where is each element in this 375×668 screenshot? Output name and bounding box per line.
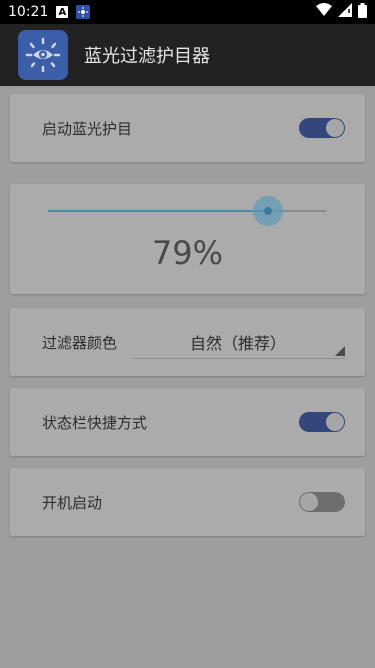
filter-color-card: 过滤器颜色 自然（推荐） [10,308,365,376]
boot-start-row[interactable]: 开机启动 [10,468,365,536]
enable-label: 启动蓝光护目 [42,119,133,138]
toggle-knob [326,413,344,431]
settings-content: 启动蓝光护目 79% 过滤器颜色 自然（推荐） 状态栏快捷方式 开机启动 [0,86,375,668]
boot-start-card: 开机启动 [10,468,365,536]
status-bar: 10:21 A [0,0,375,24]
app-title: 蓝光过滤护目器 [84,46,210,67]
intensity-slider-track[interactable] [48,196,326,226]
statusbar-shortcut-label: 状态栏快捷方式 [42,413,148,432]
intensity-slider-fill [48,210,268,212]
intensity-slider-wrap: 79% [10,184,365,294]
filter-color-label: 过滤器颜色 [42,333,118,352]
notification-a-icon: A [56,6,69,18]
wifi-icon [316,3,332,21]
toggle-knob [300,493,318,511]
enable-row[interactable]: 启动蓝光护目 [10,94,365,162]
statusbar-shortcut-row[interactable]: 状态栏快捷方式 [10,388,365,456]
notification-app-icon [76,5,91,19]
statusbar-shortcut-toggle[interactable] [299,412,345,432]
filter-color-row: 过滤器颜色 自然（推荐） [10,308,365,376]
eye-sun-icon [18,30,68,80]
intensity-percent: 79% [151,234,224,272]
filter-color-value: 自然（推荐） [190,333,287,353]
battery-icon [358,2,367,22]
enable-card: 启动蓝光护目 [10,94,365,162]
boot-start-toggle[interactable] [299,492,345,512]
statusbar-shortcut-card: 状态栏快捷方式 [10,388,365,456]
filter-color-select[interactable]: 自然（推荐） [131,326,345,359]
app-bar: 蓝光过滤护目器 [0,24,375,86]
intensity-slider-thumb[interactable] [263,207,272,215]
status-time: 10:21 [8,4,49,20]
intensity-card: 79% [10,184,365,294]
signal-icon [338,3,352,21]
enable-toggle[interactable] [299,118,345,138]
toggle-knob [326,119,344,137]
dropdown-arrow-icon [335,345,345,356]
boot-start-label: 开机启动 [42,493,103,512]
